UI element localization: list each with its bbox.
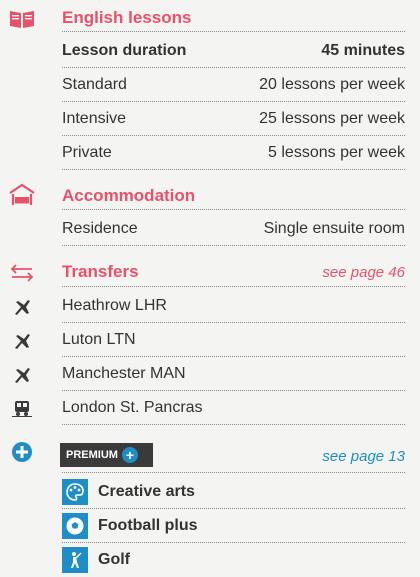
transfer-row: London St. Pancras [62, 391, 405, 425]
lesson-row-private: Private 5 lessons per week [62, 136, 405, 170]
accommodation-label: Residence [62, 219, 138, 237]
accommodation-row: Residence Single ensuite room [62, 212, 405, 246]
plus-icon: + [121, 447, 138, 463]
lesson-label: Standard [62, 75, 127, 93]
activity-row: Football plus [62, 509, 405, 543]
transfer-row: Luton LTN [62, 323, 405, 357]
transfer-label: Luton LTN [62, 330, 136, 348]
divider [62, 286, 405, 287]
accommodation-title: Accommodation [62, 186, 196, 205]
football-icon [62, 512, 88, 539]
plane-icon [0, 296, 44, 318]
book-icon [0, 8, 44, 30]
transfer-arrows-icon [0, 262, 44, 284]
activity-row: Golf [62, 543, 405, 577]
lesson-label: Intensive [62, 109, 127, 127]
duration-label: Lesson duration [62, 41, 187, 59]
premium-see-page-link[interactable]: see page 13 [322, 448, 405, 465]
premium-label: PREMIUM [66, 449, 118, 461]
activity-label: Creative arts [98, 482, 195, 500]
activity-label: Golf [98, 551, 130, 568]
transfer-row: Manchester MAN [62, 357, 405, 391]
bed-icon [0, 182, 44, 208]
accommodation-value: Single ensuite room [263, 219, 405, 237]
activity-label: Football plus [98, 516, 198, 534]
palette-icon [62, 478, 88, 505]
divider [62, 31, 405, 32]
lessons-title: English lessons [62, 8, 192, 27]
golfer-icon [62, 547, 88, 573]
duration-value: 45 minutes [321, 41, 405, 59]
activity-row: Creative arts [62, 475, 405, 509]
plane-icon [0, 330, 44, 352]
lesson-value: 5 lessons per week [268, 143, 405, 161]
divider [62, 472, 405, 473]
transfer-label: Heathrow LHR [62, 296, 167, 314]
lesson-value: 20 lessons per week [259, 75, 405, 93]
transfers-see-page-link[interactable]: see page 46 [322, 264, 405, 281]
lesson-row-standard: Standard 20 lessons per week [62, 68, 405, 102]
premium-badge: PREMIUM + [60, 443, 153, 467]
transfer-row: Heathrow LHR [62, 289, 405, 323]
plane-icon [0, 364, 44, 386]
divider [62, 209, 405, 210]
lesson-label: Private [62, 143, 112, 161]
transfer-label: London St. Pancras [62, 398, 203, 416]
plus-circle-icon [0, 440, 44, 464]
lesson-value: 25 lessons per week [259, 109, 405, 127]
transfer-label: Manchester MAN [62, 364, 186, 382]
train-icon [0, 397, 44, 419]
lesson-row-intensive: Intensive 25 lessons per week [62, 102, 405, 136]
lesson-duration-row: Lesson duration 45 minutes [62, 34, 405, 68]
transfers-title: Transfers [62, 262, 139, 281]
